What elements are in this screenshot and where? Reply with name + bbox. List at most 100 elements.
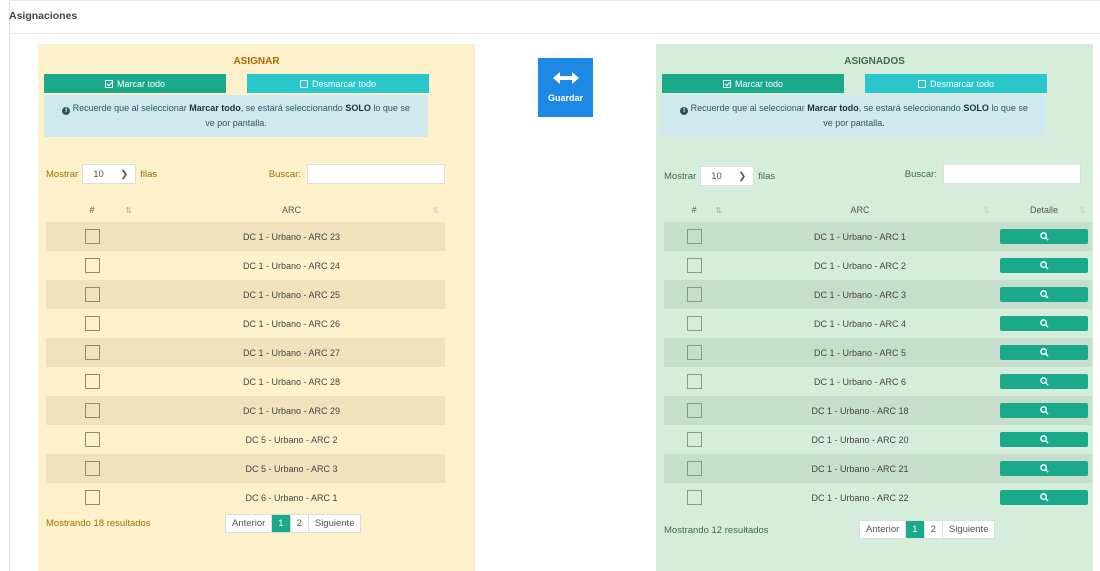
table-row: DC 1 - Urbano - ARC 5 (664, 338, 1092, 367)
column-header-num[interactable]: # ⇅ (664, 200, 724, 220)
row-checkbox[interactable] (84, 403, 100, 418)
chevron-down-icon: ❯ (738, 170, 747, 182)
detail-button[interactable] (1000, 229, 1088, 244)
row-checkbox-cell (46, 367, 138, 396)
row-checkbox[interactable] (84, 490, 100, 505)
row-checkbox[interactable] (686, 258, 702, 273)
row-checkbox[interactable] (686, 316, 702, 331)
assign-length-select[interactable]: 10 ❯ (82, 164, 137, 184)
page-header (9, 0, 1100, 34)
detail-cell (996, 338, 1092, 367)
pager-page-2[interactable]: 2 (291, 515, 309, 532)
detail-cell (996, 483, 1092, 512)
column-header-detail[interactable]: Detalle ⇅ (996, 200, 1092, 220)
detail-button[interactable] (1000, 374, 1088, 389)
table-row: DC 6 - Urbano - ARC 1 (46, 483, 445, 512)
row-checkbox[interactable] (84, 287, 100, 302)
arc-cell: DC 1 - Urbano - ARC 4 (813, 318, 907, 329)
save-button[interactable]: Guardar (538, 58, 593, 117)
sort-icon: ⇅ (1079, 205, 1086, 215)
pager-next[interactable]: Siguiente (309, 515, 361, 532)
assign-length-control: Mostrar 10 ❯ filas (46, 163, 157, 185)
table-row: DC 1 - Urbano - ARC 22 (664, 483, 1092, 512)
column-header-arc[interactable]: ARC ⇅ (138, 200, 445, 220)
row-checkbox[interactable] (84, 374, 100, 389)
assign-search-input[interactable] (307, 164, 445, 184)
assigned-length-select[interactable]: 10 ❯ (700, 166, 755, 186)
arrows-horizontal-icon (552, 72, 579, 84)
assigned-unmark-all-button[interactable]: Desmarcar todo (865, 74, 1047, 93)
pager-page-1[interactable]: 1 (272, 515, 291, 532)
info-circle-icon: i (62, 107, 71, 115)
assign-panel-title: ASIGNAR (233, 56, 280, 67)
row-checkbox[interactable] (84, 316, 100, 331)
row-checkbox[interactable] (686, 229, 702, 244)
search-label: Buscar: (268, 168, 301, 180)
row-checkbox-cell (664, 251, 724, 280)
arc-cell: DC 1 - Urbano - ARC 1 (813, 231, 907, 242)
row-checkbox[interactable] (686, 374, 702, 389)
table-row: DC 1 - Urbano - ARC 3 (664, 280, 1092, 309)
column-header-num[interactable]: # ⇅ (46, 200, 138, 220)
assign-info-box: i Recuerde que al seleccionar Marcar tod… (44, 95, 428, 137)
detail-button[interactable] (1000, 461, 1088, 476)
row-checkbox-cell (46, 483, 138, 512)
assigned-search-input[interactable] (943, 164, 1081, 184)
assigned-mark-all-button[interactable]: Marcar todo (662, 74, 844, 93)
row-checkbox[interactable] (686, 490, 702, 505)
arc-cell: DC 1 - Urbano - ARC 20 (811, 434, 909, 445)
pager-previous[interactable]: Anterior (860, 521, 907, 538)
assigned-summary: Mostrando 12 resultados (664, 525, 769, 536)
arc-cell: DC 6 - Urbano - ARC 1 (245, 492, 338, 503)
detail-button[interactable] (1000, 258, 1088, 273)
row-checkbox[interactable] (686, 345, 702, 360)
assigned-pagination: Anterior 1 2 Siguiente (859, 520, 996, 539)
detail-button[interactable] (1000, 432, 1088, 447)
row-checkbox[interactable] (686, 287, 702, 302)
sort-asc-icon: ⇅ (125, 205, 132, 215)
detail-cell (996, 222, 1092, 251)
row-checkbox[interactable] (84, 432, 100, 447)
table-row: DC 1 - Urbano - ARC 1 (664, 222, 1092, 251)
row-checkbox-cell (46, 425, 138, 454)
table-row: DC 1 - Urbano - ARC 18 (664, 396, 1092, 425)
detail-button[interactable] (1000, 287, 1088, 302)
search-label: Buscar: (904, 168, 937, 180)
detail-cell (996, 251, 1092, 280)
detail-button[interactable] (1000, 403, 1088, 418)
pager-page-2[interactable]: 2 (925, 521, 943, 538)
pager-page-1[interactable]: 1 (906, 521, 925, 538)
assign-unmark-all-button[interactable]: Desmarcar todo (247, 74, 429, 93)
empty-square-icon (917, 79, 926, 88)
detail-cell (996, 367, 1092, 396)
arc-cell: DC 5 - Urbano - ARC 3 (245, 463, 338, 474)
detail-button[interactable] (1000, 345, 1088, 360)
row-checkbox[interactable] (686, 432, 702, 447)
pager-previous[interactable]: Anterior (226, 515, 273, 532)
detail-cell (996, 309, 1092, 338)
row-checkbox[interactable] (84, 345, 100, 360)
row-checkbox-cell (664, 280, 724, 309)
row-checkbox[interactable] (686, 403, 702, 418)
column-header-arc-label: ARC (281, 205, 301, 215)
row-checkbox[interactable] (84, 229, 100, 244)
column-header-arc[interactable]: ARC ⇅ (724, 200, 996, 220)
table-row: DC 1 - Urbano - ARC 24 (46, 251, 445, 280)
info-bold-mark-all: Marcar todo (189, 103, 241, 113)
detail-button[interactable] (1000, 490, 1088, 505)
row-checkbox-cell (46, 338, 138, 367)
row-checkbox-cell (664, 454, 724, 483)
arc-cell: DC 1 - Urbano - ARC 24 (242, 260, 341, 271)
row-checkbox[interactable] (84, 461, 100, 476)
table-row: DC 1 - Urbano - ARC 6 (664, 367, 1092, 396)
row-checkbox[interactable] (686, 461, 702, 476)
detail-button[interactable] (1000, 316, 1088, 331)
chevron-down-icon: ❯ (120, 168, 129, 180)
arc-cell: DC 1 - Urbano - ARC 18 (811, 405, 909, 416)
length-prefix: Mostrar (46, 168, 79, 180)
assign-unmark-all-label: Desmarcar todo (311, 78, 377, 89)
pager-next[interactable]: Siguiente (943, 521, 995, 538)
row-checkbox[interactable] (84, 258, 100, 273)
arc-cell: DC 1 - Urbano - ARC 5 (813, 347, 907, 358)
assign-mark-all-button[interactable]: Marcar todo (44, 74, 226, 93)
